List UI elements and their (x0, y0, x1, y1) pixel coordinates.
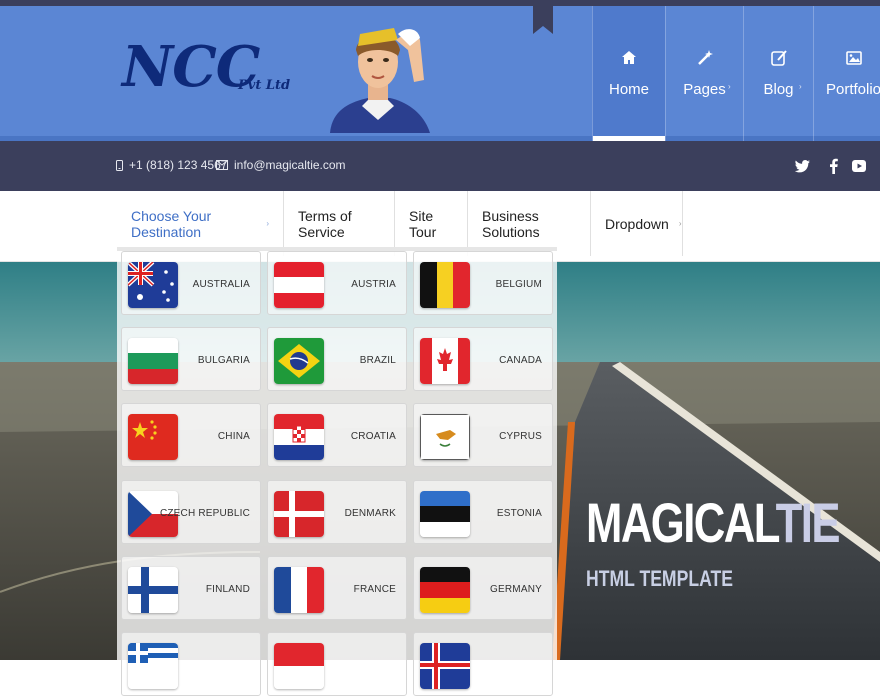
phone-number: +1 (818) 123 4567 (129, 158, 228, 172)
destination-item-partial[interactable] (413, 632, 553, 696)
destination-item[interactable]: FRANCE (267, 556, 407, 620)
mascot-image (330, 28, 430, 133)
destination-item-partial[interactable] (121, 632, 261, 696)
flag-icon (420, 643, 470, 689)
destination-name: DENMARK (344, 507, 396, 519)
flag-croatia-icon (274, 414, 324, 460)
destination-name: CYPRUS (499, 430, 542, 442)
edit-icon (770, 50, 787, 66)
destination-name: BRAZIL (359, 354, 396, 366)
nav-portfolio[interactable]: Portfolio (813, 6, 880, 141)
destination-name: AUSTRIA (351, 278, 396, 290)
flag-belgium-icon (420, 262, 470, 308)
destination-item[interactable]: AUSTRALIA (121, 251, 261, 315)
destination-name: CHINA (217, 430, 250, 442)
twitter-icon[interactable] (795, 158, 811, 174)
flag-france-icon (274, 567, 324, 613)
menu-terms-label: Terms of Service (298, 207, 352, 240)
destination-item[interactable]: GERMANY (413, 556, 553, 620)
home-icon (622, 51, 636, 64)
flag-finland-icon (128, 567, 178, 613)
envelope-icon (216, 160, 228, 170)
nav-blog-label: Blog (763, 81, 794, 98)
menu-site-tour-label: Site Tour (409, 207, 437, 240)
destination-name: ESTONIA (496, 507, 542, 519)
hero-title-accent: TIE (775, 491, 841, 554)
destination-item[interactable]: ESTONIA (413, 480, 553, 544)
destination-name: FINLAND (205, 583, 250, 595)
menu-choose-destination-label: Choose Your Destination (131, 207, 212, 240)
flag-germany-icon (420, 567, 470, 613)
flag-icon (128, 643, 178, 689)
email-address: info@magicaltie.com (234, 158, 346, 172)
flag-china-icon (128, 414, 178, 460)
destination-item[interactable]: FINLAND (121, 556, 261, 620)
nav-home-label: Home (608, 81, 649, 98)
destination-item[interactable]: CANADA (413, 327, 553, 391)
menu-business-label: Business Solutions (482, 207, 540, 240)
destination-name: FRANCE (353, 583, 396, 595)
picture-icon (845, 51, 862, 65)
youtube-icon[interactable] (851, 158, 867, 174)
nav-portfolio-label: Portfolio (825, 81, 880, 98)
menu-dropdown[interactable]: Dropdown › (591, 191, 683, 256)
blog-chevron-icon: › (799, 82, 802, 91)
destination-name: GERMANY (490, 583, 542, 595)
dropdown-chevron-icon: › (678, 219, 682, 228)
flag-bulgaria-icon (128, 338, 178, 384)
destination-name: BULGARIA (197, 354, 250, 366)
logo-subtitle: Pvt Ltd (238, 78, 291, 93)
email-contact[interactable]: info@magicaltie.com (216, 158, 346, 172)
destination-chevron-icon: › (266, 219, 269, 228)
hero-subtitle: HTML TEMPLATE (586, 566, 733, 591)
bookmark-ribbon (533, 0, 553, 34)
destination-name: CROATIA (350, 430, 396, 442)
phone-contact[interactable]: +1 (818) 123 4567 (116, 158, 227, 172)
flag-denmark-icon (274, 491, 324, 537)
destination-item-partial[interactable] (267, 632, 407, 696)
destination-item[interactable]: BULGARIA (121, 327, 261, 391)
destination-item[interactable]: BELGIUM (413, 251, 553, 315)
hero-title-main: MAGICAL (586, 491, 777, 554)
hero-title: MAGICALTIE (586, 490, 841, 555)
destination-name: AUSTRALIA (192, 278, 250, 290)
destination-item[interactable]: CROATIA (267, 403, 407, 467)
pages-chevron-icon: › (728, 82, 731, 91)
flag-brazil-icon (274, 338, 324, 384)
menu-dropdown-label: Dropdown (605, 215, 669, 232)
nav-pages[interactable]: Pages (665, 6, 743, 141)
mobile-phone-icon (116, 159, 123, 171)
flag-austria-icon (274, 262, 324, 308)
flag-canada-icon (420, 338, 470, 384)
destination-item[interactable]: AUSTRIA (267, 251, 407, 315)
destination-name: BELGIUM (495, 278, 542, 290)
destination-item[interactable]: CZECH REPUBLIC (121, 480, 261, 544)
nav-pages-label: Pages (683, 81, 726, 98)
flag-australia-icon (128, 262, 178, 308)
nav-home[interactable]: Home (592, 6, 665, 141)
nav-blog[interactable]: Blog (743, 6, 813, 141)
magic-wand-icon (697, 50, 713, 65)
flag-estonia-icon (420, 491, 470, 537)
destination-name: CANADA (499, 354, 542, 366)
destination-item[interactable]: BRAZIL (267, 327, 407, 391)
flag-icon (274, 643, 324, 689)
flag-cyprus-icon (420, 414, 470, 460)
destination-item[interactable]: CYPRUS (413, 403, 553, 467)
destination-name: CZECH REPUBLIC (159, 507, 250, 519)
destination-item[interactable]: CHINA (121, 403, 261, 467)
facebook-icon[interactable] (826, 158, 842, 174)
destination-item[interactable]: DENMARK (267, 480, 407, 544)
info-bar: +1 (818) 123 4567 info@magicaltie.com (0, 141, 880, 191)
